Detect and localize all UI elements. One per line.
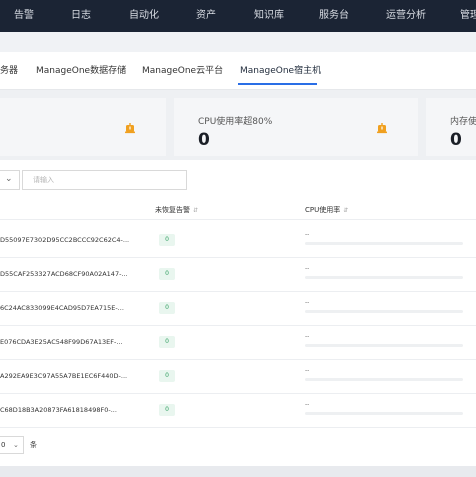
nav-item-assets[interactable]: 资产	[196, 10, 216, 22]
cpu-usage-value: --	[305, 299, 310, 306]
host-id-cell[interactable]: E076CDA3E25AC548F99D67A13EF-...	[0, 338, 123, 346]
tab-manageone-datastore[interactable]: ManageOne数据存储	[36, 66, 126, 77]
page-size-select[interactable]: 0 ⌄	[0, 436, 24, 454]
cpu-usage-bar	[305, 276, 463, 279]
filter-bar: ⌄ 请输入	[0, 160, 476, 200]
nav-item-logs[interactable]: 日志	[71, 10, 91, 22]
column-label: 未恢复告警	[155, 206, 190, 214]
card-title: CPU使用率超80%	[198, 117, 273, 127]
cpu-usage-value: --	[305, 401, 310, 408]
nav-item-management[interactable]: 管理	[460, 10, 476, 22]
stat-card-cpu-over-80: CPU使用率超80% 0	[174, 98, 418, 156]
footer-strip	[0, 466, 476, 477]
table-row[interactable]: D55097E7302D95CC2BCCC92C62C4-... 0 --	[0, 224, 476, 258]
alarm-count-badge: 0	[159, 404, 175, 416]
header-spacer	[0, 32, 476, 52]
host-table: 未恢复告警 ⇵ CPU使用率 ⇵ D55097E7302D95CC2BCCC92C6…	[0, 200, 476, 430]
cpu-usage-bar	[305, 412, 463, 415]
tab-manageone-cloud-platform[interactable]: ManageOne云平台	[142, 66, 223, 77]
page-size-unit: 条	[30, 441, 37, 449]
table-header: 未恢复告警 ⇵ CPU使用率 ⇵	[0, 200, 476, 220]
alarm-count-badge: 0	[159, 302, 175, 314]
table-row[interactable]: E076CDA3E25AC548F99D67A13EF-... 0 --	[0, 326, 476, 360]
search-input[interactable]: 请输入	[22, 170, 187, 190]
sort-icon[interactable]: ⇵	[193, 207, 198, 214]
nav-item-alarms[interactable]: 告警	[14, 10, 34, 22]
cpu-usage-bar	[305, 242, 463, 245]
table-row[interactable]: A292EA9E3C97A55A7BE1EC6F440D-... 0 --	[0, 360, 476, 394]
host-id-cell[interactable]: 6C24AC833099E4CAD95D7EA715E-...	[0, 304, 124, 312]
tab-manageone-host[interactable]: ManageOne宿主机	[240, 66, 321, 77]
column-header-cpu-usage[interactable]: CPU使用率 ⇵	[305, 205, 348, 215]
table-row[interactable]: 6C24AC833099E4CAD95D7EA715E-... 0 --	[0, 292, 476, 326]
host-id-cell[interactable]: A292EA9E3C97A55A7BE1EC6F440D-...	[0, 372, 127, 380]
host-id-cell[interactable]: D55CAF253327ACD68CF90A02A147-...	[0, 270, 128, 278]
alarm-count-badge: 0	[159, 234, 175, 246]
table-row[interactable]: C68D18B3A20873FA61818498F0-... 0 --	[0, 394, 476, 428]
column-header-unresolved-alarms[interactable]: 未恢复告警 ⇵	[155, 205, 198, 215]
top-navigation: 告警 日志 自动化 资产 知识库 服务台 运营分析 管理	[0, 0, 476, 32]
alarm-bell-icon	[377, 123, 387, 134]
cpu-usage-bar	[305, 378, 463, 381]
alarm-bell-icon	[125, 123, 135, 134]
chevron-down-icon: ⌄	[5, 174, 13, 184]
card-value: 0	[198, 130, 210, 150]
cpu-usage-bar	[305, 344, 463, 347]
stat-card-memory: 内存使 0	[426, 98, 476, 156]
cpu-usage-bar	[305, 310, 463, 313]
pagination: 0 ⌄ 条	[0, 430, 476, 466]
table-row[interactable]: D55CAF253327ACD68CF90A02A147-... 0 --	[0, 258, 476, 292]
nav-item-knowledge-base[interactable]: 知识库	[254, 10, 284, 22]
host-id-cell[interactable]: C68D18B3A20873FA61818498F0-...	[0, 406, 117, 414]
cpu-usage-value: --	[305, 231, 310, 238]
card-value: 0	[450, 130, 462, 150]
nav-item-automation[interactable]: 自动化	[129, 10, 159, 22]
alarm-count-badge: 0	[159, 268, 175, 280]
alarm-count-badge: 0	[159, 370, 175, 382]
cpu-usage-value: --	[305, 265, 310, 272]
cpu-usage-value: --	[305, 367, 310, 374]
tab-servers[interactable]: 务器	[0, 66, 18, 77]
sort-icon[interactable]: ⇵	[343, 207, 348, 214]
cpu-usage-value: --	[305, 333, 310, 340]
page-size-value: 0	[1, 441, 6, 449]
host-id-cell[interactable]: D55097E7302D95CC2BCCC92C62C4-...	[0, 236, 129, 244]
nav-item-service-desk[interactable]: 服务台	[319, 10, 349, 22]
nav-item-operations-analysis[interactable]: 运营分析	[386, 10, 426, 22]
alarm-count-badge: 0	[159, 336, 175, 348]
active-tab-indicator	[238, 83, 317, 85]
column-label: CPU使用率	[305, 206, 341, 214]
chevron-down-icon: ⌄	[13, 441, 19, 449]
stat-cards: CPU使用率超80% 0 内存使 0	[0, 92, 476, 160]
filter-select[interactable]: ⌄	[0, 170, 20, 190]
card-title: 内存使	[450, 117, 476, 127]
stat-card-host-alarm	[0, 98, 166, 156]
